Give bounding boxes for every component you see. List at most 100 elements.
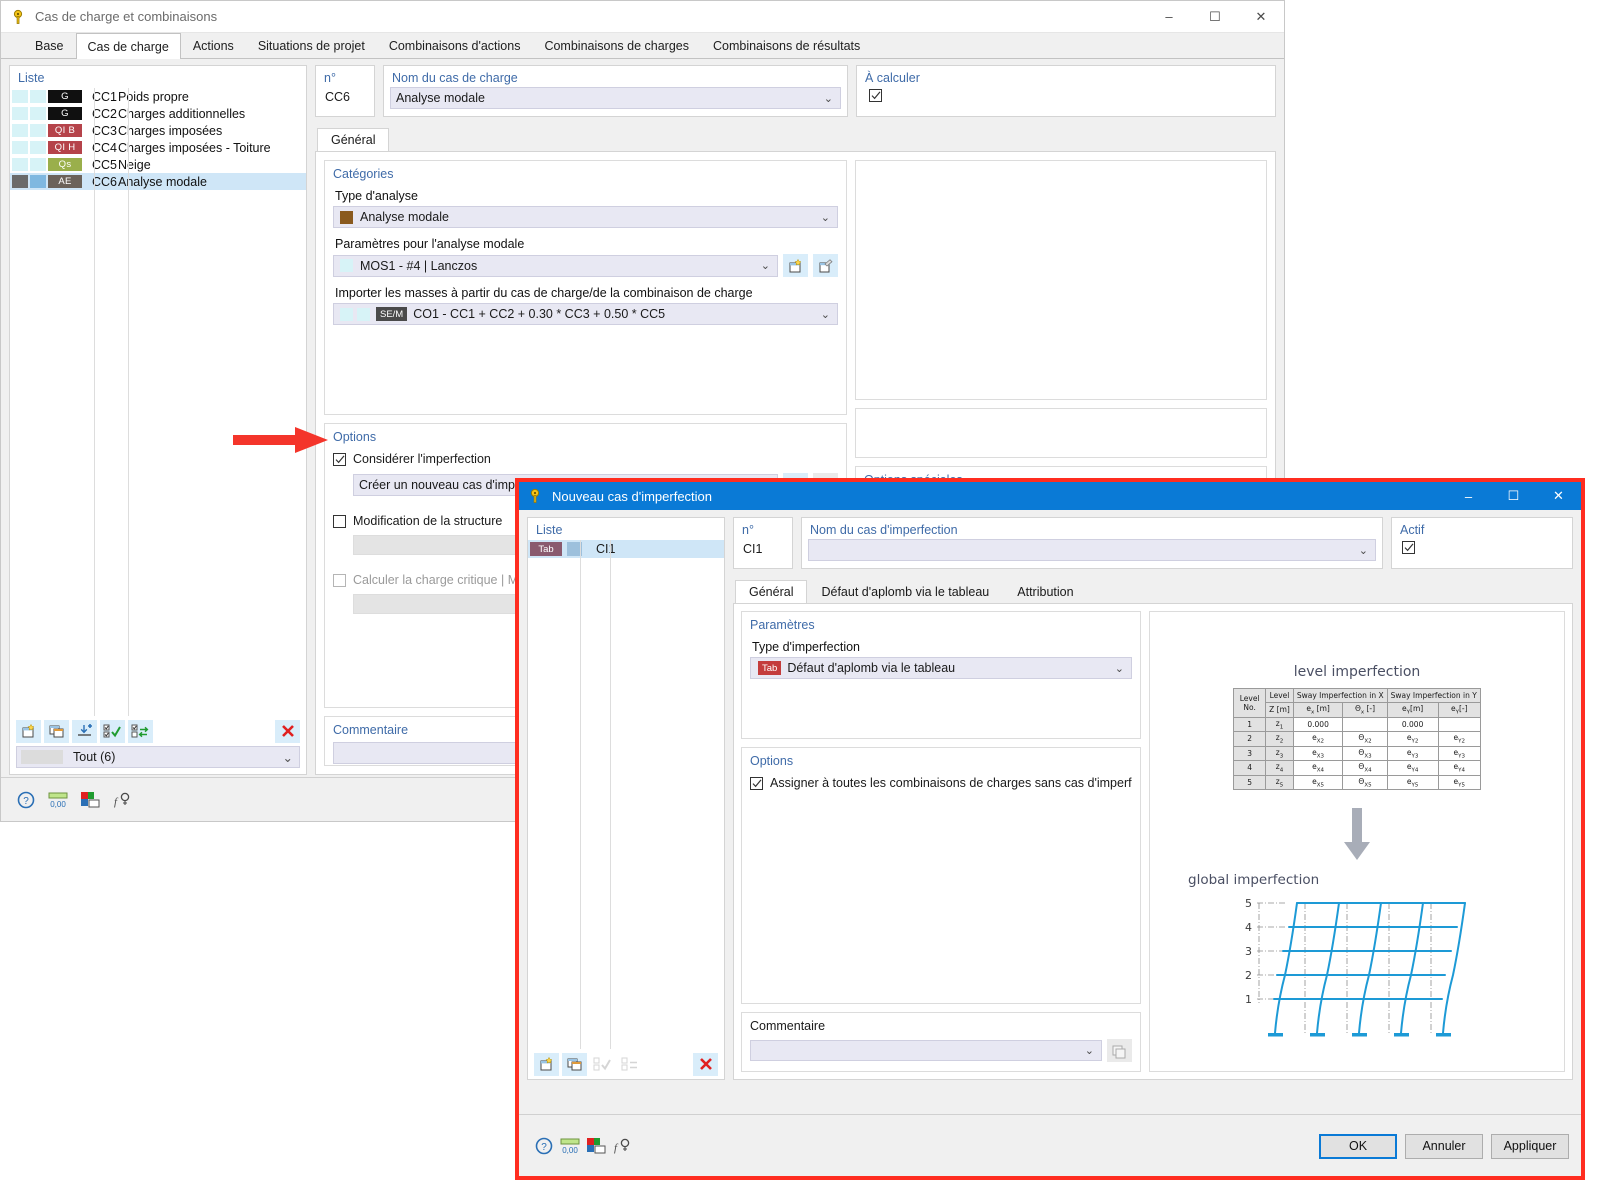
chevron-down-icon: ⌄ [1115, 662, 1124, 675]
imperfection-name-combo[interactable]: ⌄ [808, 539, 1376, 561]
cell-level-no: 2 [1234, 732, 1266, 747]
import-masses-combo[interactable]: SE/M CO1 - CC1 + CC2 + 0.30 * CC3 + 0.50… [333, 303, 838, 325]
settings-icon[interactable]: f [109, 788, 135, 812]
analysis-type-combo[interactable]: Analyse modale ⌄ [333, 206, 838, 228]
color-swatch-b [30, 175, 46, 188]
consider-imperfection-row[interactable]: Considérer l'imperfection [333, 452, 838, 466]
tab-general[interactable]: Général [735, 580, 807, 603]
dialog-title: Nouveau cas d'imperfection [552, 489, 712, 504]
edit-modal-params-icon[interactable] [813, 254, 838, 277]
case-number: CC3 [92, 124, 118, 138]
color-swatch-b [30, 90, 46, 103]
case-name-combo[interactable]: Analyse modale ⌄ [390, 87, 841, 109]
maximize-button[interactable]: ☐ [1192, 1, 1238, 33]
render-icon[interactable] [77, 788, 103, 812]
svg-text:f: f [614, 1142, 619, 1154]
assign-all-checkbox[interactable] [750, 777, 763, 790]
critical-load-checkbox [333, 574, 346, 587]
to-calculate-field: À calculer [856, 65, 1276, 117]
cell-level-no: 4 [1234, 761, 1266, 776]
list-column-divider-1 [94, 88, 95, 716]
case-number: CC4 [92, 141, 118, 155]
tab-defaut-aplomb-tableau[interactable]: Défaut d'aplomb via le tableau [807, 580, 1003, 603]
minimize-button[interactable]: – [1146, 1, 1192, 33]
render-icon[interactable] [583, 1134, 609, 1158]
copy-case-icon[interactable] [44, 720, 69, 743]
copy-comment-icon[interactable] [1107, 1039, 1132, 1062]
ok-button[interactable]: OK [1319, 1134, 1397, 1159]
to-calculate-checkbox[interactable] [869, 89, 882, 102]
help-icon[interactable]: ? [13, 788, 39, 812]
svg-text:0,00: 0,00 [562, 1146, 578, 1155]
table-row[interactable]: QI B CC3 Charges imposées [10, 122, 306, 139]
delete-icon[interactable] [693, 1053, 718, 1076]
settings-icon[interactable]: f [609, 1134, 635, 1158]
new-modal-params-icon[interactable] [783, 254, 808, 277]
analysis-type-label: Type d'analyse [335, 189, 838, 203]
active-checkbox[interactable] [1402, 541, 1415, 554]
col-level: Level [1266, 689, 1294, 703]
dialog-comment-input[interactable]: ⌄ [750, 1040, 1102, 1061]
tab-cas-de-charge[interactable]: Cas de charge [76, 33, 181, 59]
dialog-top-fields: n° CI1 Nom du cas d'imperfection ⌄ Actif [733, 517, 1573, 569]
units-icon[interactable]: 0,00 [45, 788, 71, 812]
tab-combinaisons-de-resultats[interactable]: Combinaisons de résultats [701, 33, 872, 58]
copy-case-icon[interactable] [562, 1053, 587, 1076]
dialog-close-button[interactable]: ✕ [1536, 482, 1581, 510]
assign-all-row[interactable]: Assigner à toutes les combinaisons de ch… [750, 776, 1132, 790]
cell-thy: eY5 [1438, 775, 1480, 790]
imperfection-type-tag: Tab [530, 542, 562, 556]
app-logo-icon [11, 9, 27, 25]
color-swatch-a [12, 90, 28, 103]
new-case-icon[interactable] [534, 1053, 559, 1076]
consider-imperfection-checkbox[interactable] [333, 453, 346, 466]
level-tick-4: 4 [1245, 921, 1252, 934]
delete-icon[interactable] [275, 720, 300, 743]
cell-thy [1438, 717, 1480, 732]
svg-text:?: ? [541, 1142, 547, 1153]
structure-modification-checkbox[interactable] [333, 515, 346, 528]
case-name: Charges additionnelles [118, 107, 245, 121]
case-number-value[interactable]: CC6 [316, 87, 374, 112]
cancel-button[interactable]: Annuler [1405, 1134, 1483, 1159]
invert-selection-icon[interactable] [128, 720, 153, 743]
case-name: Charges imposées [118, 124, 222, 138]
new-case-icon[interactable] [16, 720, 41, 743]
tab-situations-de-projet[interactable]: Situations de projet [246, 33, 377, 58]
cell-ex: eX4 [1293, 761, 1343, 776]
tab-general[interactable]: Général [317, 128, 389, 151]
table-row[interactable]: G CC1 Poids propre [10, 88, 306, 105]
dialog-maximize-button[interactable]: ☐ [1491, 482, 1536, 510]
table-row: 3 z3 eX3 ΘX3 eY3 eY3 [1234, 746, 1481, 761]
cell-thy: eY2 [1438, 732, 1480, 747]
tab-base[interactable]: Base [23, 33, 76, 58]
import-case-icon[interactable] [72, 720, 97, 743]
units-icon[interactable]: 0,00 [557, 1134, 583, 1158]
cell-thx: ΘX3 [1343, 746, 1387, 761]
table-row[interactable]: Qs CC5 Neige [10, 156, 306, 173]
col-ex-unit: ex [m] [1293, 703, 1343, 718]
list-filter-combo[interactable]: Tout (6) ⌄ [16, 746, 300, 768]
close-button[interactable]: ✕ [1238, 1, 1284, 33]
dialog-titlebar: Nouveau cas d'imperfection – ☐ ✕ [519, 482, 1581, 510]
case-number-caption: n° [316, 66, 374, 87]
global-imperfection-diagram: 5 4 3 2 1 [1150, 890, 1564, 1040]
chevron-down-icon: ⌄ [761, 259, 770, 272]
imperfection-type-combo[interactable]: Tab Défaut d'aplomb via le tableau ⌄ [750, 657, 1132, 679]
help-icon[interactable]: ? [531, 1134, 557, 1158]
modal-params-combo[interactable]: MOS1 - #4 | Lanczos ⌄ [333, 255, 778, 277]
tab-actions[interactable]: Actions [181, 33, 246, 58]
cell-ex: 0.000 [1293, 717, 1343, 732]
imperfection-number-value[interactable]: CI1 [734, 539, 792, 564]
apply-button[interactable]: Appliquer [1491, 1134, 1569, 1159]
tab-combinaisons-dactions[interactable]: Combinaisons d'actions [377, 33, 533, 58]
table-row[interactable]: G CC2 Charges additionnelles [10, 105, 306, 122]
select-all-icon[interactable] [100, 720, 125, 743]
imperfection-case-number: CI1 [596, 542, 615, 556]
table-row-selected[interactable]: Tab CI1 [528, 540, 724, 558]
table-row-selected[interactable]: AE CC6 Analyse modale [10, 173, 306, 190]
dialog-minimize-button[interactable]: – [1446, 482, 1491, 510]
table-row[interactable]: QI H CC4 Charges imposées - Toiture [10, 139, 306, 156]
tab-attribution[interactable]: Attribution [1003, 580, 1087, 603]
tab-combinaisons-de-charges[interactable]: Combinaisons de charges [532, 33, 701, 58]
